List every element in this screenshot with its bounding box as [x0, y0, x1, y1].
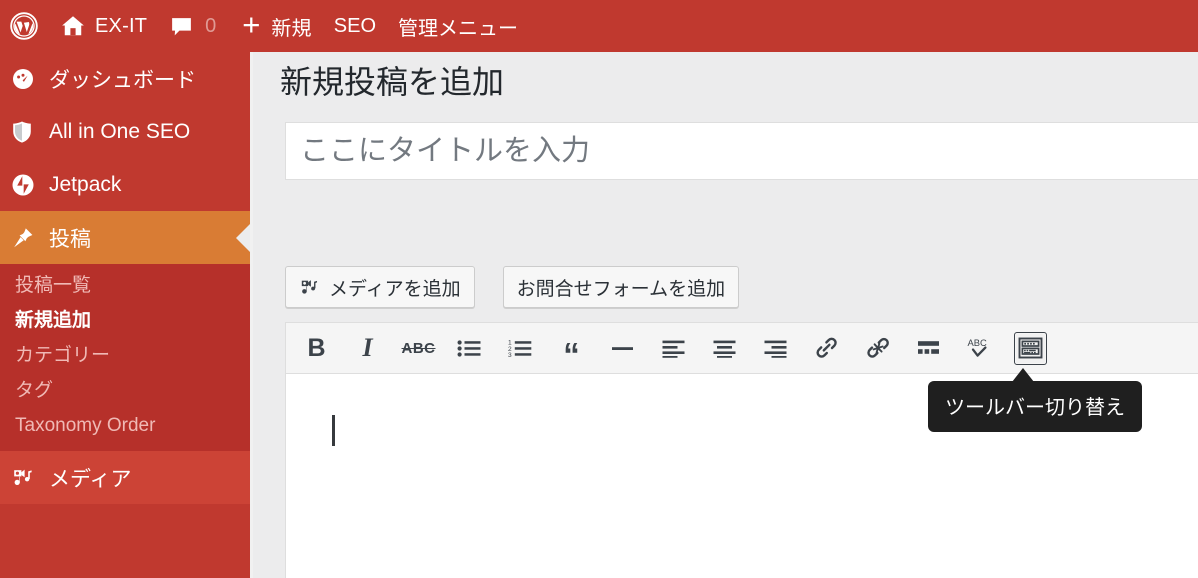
strikethrough-icon[interactable]: ABC [402, 332, 436, 365]
add-media-button[interactable]: メディアを追加 [285, 266, 475, 308]
align-right-icon[interactable] [759, 332, 792, 365]
sidebar-item-label: Jetpack [49, 172, 122, 196]
italic-icon[interactable]: I [351, 332, 384, 365]
pin-icon [11, 226, 41, 250]
comments-menu[interactable]: 0 [158, 0, 227, 52]
home-icon [60, 13, 86, 39]
new-content-label: 新規 [271, 17, 312, 40]
seo-label: SEO [333, 14, 377, 37]
media-icon [299, 277, 320, 298]
sidebar-divider [250, 52, 253, 578]
svg-text:3: 3 [508, 352, 512, 359]
insert-read-more-icon[interactable] [912, 332, 945, 365]
page-title: 新規投稿を追加 [280, 64, 505, 100]
spellcheck-icon[interactable]: ABC [963, 332, 996, 365]
sidebar-item-label: All in One SEO [49, 119, 191, 143]
submenu-item-taxonomy-order[interactable]: Taxonomy Order [0, 408, 250, 443]
admin-menu-label: 管理メニュー [398, 17, 519, 40]
tooltip-arrow-icon [1012, 368, 1034, 382]
bulleted-list-icon[interactable] [453, 332, 486, 365]
editor-buttons-row: メディアを追加 お問合せフォームを追加 [285, 266, 740, 308]
sidebar-item-all-in-one-seo[interactable]: All in One SEO [0, 105, 250, 158]
post-title-field-wrapper [285, 122, 1198, 180]
sidebar-item-jetpack[interactable]: Jetpack [0, 158, 250, 211]
admin-bar: EX-IT 0 + 新規 SEO 管理メニュー [0, 0, 1198, 52]
dashboard-gauge-icon [11, 67, 41, 91]
editor-toolbar: B I ABC 1 2 3 “ ABC [286, 323, 1198, 374]
bold-icon[interactable]: B [300, 332, 333, 365]
sidebar-item-label: メディア [49, 467, 132, 491]
remove-link-icon[interactable] [861, 332, 894, 365]
post-editor-content: 新規投稿を追加 メディアを追加 [253, 52, 1198, 578]
submenu-item-tags[interactable]: タグ [0, 373, 250, 408]
post-title-input[interactable] [286, 123, 1198, 179]
sidebar-item-media[interactable]: メディア [0, 451, 250, 504]
wordpress-admin-screen: EX-IT 0 + 新規 SEO 管理メニュー ダッシュボード All in O… [0, 0, 1198, 578]
admin-menu-item[interactable]: 管理メニュー [387, 0, 529, 52]
horizontal-rule-icon[interactable] [606, 332, 639, 365]
add-media-label: メディアを追加 [329, 278, 461, 300]
jetpack-icon [11, 173, 41, 197]
submenu-item-categories[interactable]: カテゴリー [0, 338, 250, 373]
blockquote-icon[interactable]: “ [555, 332, 588, 371]
submenu-item-add-new[interactable]: 新規追加 [0, 303, 250, 338]
media-icon [11, 466, 41, 490]
sidebar-item-posts[interactable]: 投稿 [0, 211, 250, 264]
posts-submenu: 投稿一覧 新規追加 カテゴリー タグ Taxonomy Order [0, 264, 250, 451]
sidebar-item-label: 投稿 [49, 227, 91, 251]
insert-link-icon[interactable] [810, 332, 843, 365]
sidebar-item-label: ダッシュボード [49, 68, 196, 92]
svg-text:ABC: ABC [968, 337, 988, 348]
wordpress-logo-menu[interactable] [0, 0, 49, 52]
toggle-toolbar-icon[interactable] [1014, 331, 1047, 365]
site-name-label: EX-IT [95, 14, 148, 37]
post-content-editor: B I ABC 1 2 3 “ ABC [285, 322, 1198, 578]
add-contact-form-label: お問合せフォームを追加 [516, 278, 726, 300]
toolbar-toggle-tooltip: ツールバー切り替え [928, 381, 1142, 432]
comments-count: 0 [205, 14, 217, 37]
comment-bubble-icon [169, 14, 194, 39]
sidebar-item-dashboard[interactable]: ダッシュボード [0, 52, 250, 105]
site-name-menu[interactable]: EX-IT [49, 0, 158, 52]
shield-icon [11, 120, 41, 144]
submenu-item-all-posts[interactable]: 投稿一覧 [0, 268, 250, 303]
wordpress-logo-icon [10, 12, 38, 40]
add-contact-form-button[interactable]: お問合せフォームを追加 [502, 266, 740, 308]
numbered-list-icon[interactable]: 1 2 3 [504, 332, 537, 365]
text-cursor [332, 415, 335, 446]
current-menu-arrow-icon [236, 223, 250, 252]
plus-icon: + [242, 7, 261, 42]
align-left-icon[interactable] [657, 332, 690, 365]
admin-sidebar-menu: ダッシュボード All in One SEO Jetpack 投稿 投稿一覧 新… [0, 52, 250, 578]
align-center-icon[interactable] [708, 332, 741, 365]
seo-menu[interactable]: SEO [323, 0, 387, 52]
new-content-menu[interactable]: + 新規 [231, 0, 323, 52]
